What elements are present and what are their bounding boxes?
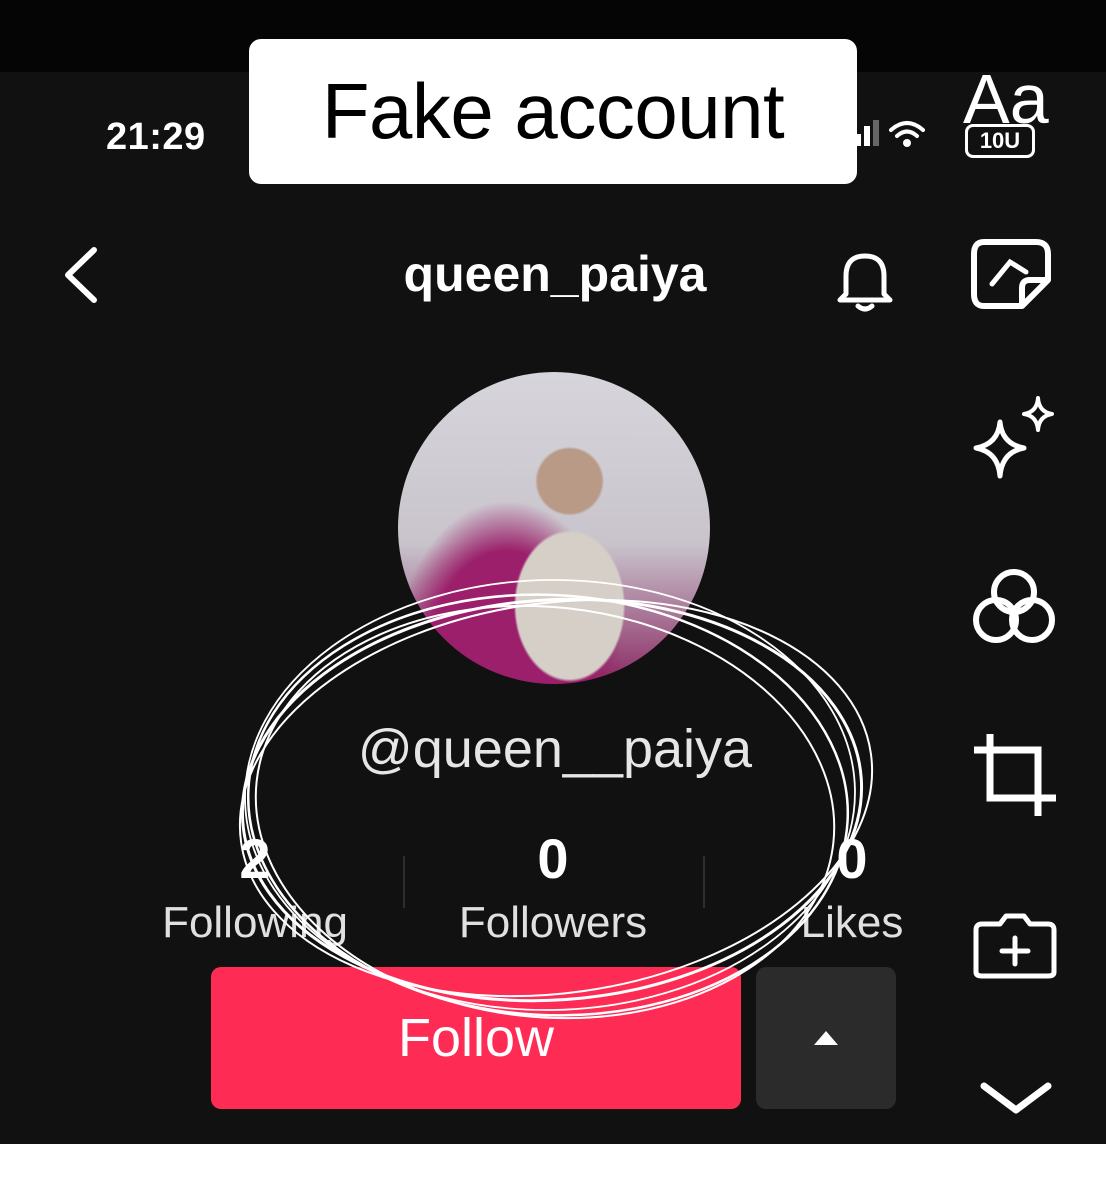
likes-count[interactable]: 0 xyxy=(772,826,932,891)
bell-icon[interactable] xyxy=(828,244,902,316)
chevron-down-icon[interactable] xyxy=(978,1078,1054,1118)
following-label[interactable]: Following xyxy=(125,898,385,948)
avatar[interactable] xyxy=(398,372,710,684)
following-count[interactable]: 2 xyxy=(175,826,335,891)
caret-up-icon xyxy=(814,1031,838,1045)
page-title: queen_paiya xyxy=(403,246,707,302)
text-tool-badge: 10U xyxy=(965,124,1035,158)
add-camera-icon[interactable] xyxy=(972,910,1058,980)
likes-label[interactable]: Likes xyxy=(722,898,982,948)
sparkle-icon[interactable] xyxy=(968,392,1060,482)
stats-divider xyxy=(703,856,705,908)
followers-count[interactable]: 0 xyxy=(473,826,633,891)
crop-icon[interactable] xyxy=(970,730,1060,820)
caption-label: Fake account xyxy=(249,39,857,184)
follow-button[interactable]: Follow xyxy=(211,967,741,1109)
profile-handle: @queen__paiya xyxy=(357,719,753,779)
back-icon[interactable] xyxy=(56,240,106,310)
filter-icon[interactable] xyxy=(968,566,1060,648)
status-icons xyxy=(855,118,927,148)
sticker-icon[interactable] xyxy=(970,232,1060,312)
stats-divider xyxy=(403,856,405,908)
status-time: 21:29 xyxy=(106,116,206,158)
followers-label[interactable]: Followers xyxy=(423,898,683,948)
bottom-band xyxy=(0,1144,1106,1200)
wifi-icon xyxy=(889,121,925,147)
signal-icon xyxy=(855,120,879,146)
more-button[interactable] xyxy=(756,967,896,1109)
